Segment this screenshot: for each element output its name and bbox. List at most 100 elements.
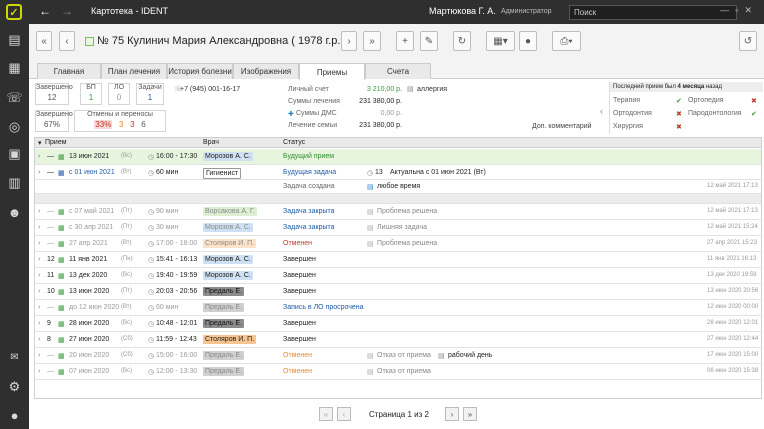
table-row[interactable]: › — ▦ 20 июн 2020 (Сб) ◷ 15:00 - 16:00 Предаль …	[35, 348, 761, 364]
expand-chevron-icon[interactable]: ›	[38, 336, 40, 343]
table-row[interactable]: › 10 ▦ 13 июн 2020 (Пт) ◷ 20:03 - 20:56 Предаль…	[35, 284, 761, 300]
table-row[interactable]: › — ▦ с 30 апр 2021 (Пт) ◷ 30 мин Морозов А. С.…	[35, 220, 761, 236]
table-row[interactable]: › — ▦ 13 июн 2021 (Вс) ◷ 16:00 - 17:30 Морозов …	[35, 149, 761, 165]
add-comment-link[interactable]: Доп. комментарий	[532, 123, 592, 130]
header-doctor[interactable]: Врач	[203, 139, 219, 146]
visit-date: с 01 июн 2021	[69, 169, 115, 176]
bp-box[interactable]: БП 1	[80, 83, 102, 105]
table-row[interactable]: › 8 ▦ 27 июн 2020 (Сб) ◷ 11:59 - 12:43 Столяров…	[35, 332, 761, 348]
mail-icon[interactable]: ✉	[5, 348, 24, 366]
expand-chevron-icon[interactable]: ›	[38, 304, 40, 311]
header-visit[interactable]: Прием	[45, 139, 67, 146]
last-patient-button[interactable]: »	[363, 31, 381, 51]
app-logo-icon[interactable]: ✓	[6, 4, 22, 20]
expand-chevron-icon[interactable]: ›	[38, 272, 40, 279]
expand-chevron-icon[interactable]: ›	[38, 256, 40, 263]
tab-bills[interactable]: Счета	[365, 63, 431, 79]
table-row[interactable]: › — ▦ 27 апр 2021 (Вт) ◷ 17:00 - 18:00 Столяров…	[35, 236, 761, 252]
print-dropdown-button[interactable]: ⎙▾	[552, 31, 581, 51]
personal-account-value: 3 210,00 р.	[366, 86, 402, 93]
first-patient-button[interactable]: «	[36, 31, 52, 51]
pager-next-button[interactable]: ›	[445, 407, 459, 421]
expand-chevron-icon[interactable]: ›	[38, 240, 40, 247]
user-name[interactable]: Мартюкова Г. А.	[429, 6, 496, 16]
visit-date: с 30 апр 2021	[69, 224, 114, 231]
expand-chevron-icon[interactable]: ›	[38, 320, 40, 327]
doctor-badge[interactable]: Ворсакова А. Г.	[203, 207, 257, 216]
tasks-box[interactable]: Задачи 1	[136, 83, 164, 105]
collapse-arrow-icon[interactable]: ‹	[600, 106, 603, 116]
note-icon: ▤	[367, 241, 374, 248]
patient-phone[interactable]: +7 (945) 001-16-17	[180, 86, 240, 93]
doctor-badge[interactable]: Морозов А. С.	[203, 271, 253, 280]
reports-icon[interactable]: ▥	[5, 174, 24, 192]
expand-chevron-icon[interactable]: ›	[38, 224, 40, 231]
pager-last-button[interactable]: »	[463, 407, 477, 421]
edit-pencil-icon[interactable]: ✎	[420, 31, 438, 51]
completed-pct-box[interactable]: Завершено 67%	[35, 110, 73, 132]
table-row[interactable]: › — ▦ с 07 май 2021 (Пт) ◷ 90 мин Ворсакова А. …	[35, 204, 761, 220]
cash-register-icon[interactable]: ▣	[5, 145, 24, 163]
window-controls[interactable]: —▫✕	[720, 5, 758, 16]
doctor-badge[interactable]: Морозов А. С.	[203, 223, 253, 232]
doctor-badge[interactable]: Столяров И. П.	[203, 335, 257, 344]
expand-chevron-icon[interactable]: ›	[38, 352, 40, 359]
doctor-badge[interactable]: Предаль Е.	[203, 319, 244, 328]
back-arrow-icon[interactable]: ←	[39, 4, 51, 18]
search-input[interactable]: Поиск	[569, 5, 737, 20]
table-row[interactable]: › — ▦ с 01 июн 2021 (Вт) ◷ 60 мин Гигиенист Буду…	[35, 165, 761, 180]
table-row[interactable]: Задача создана ▤ любое время 12 май 2021 17…	[35, 180, 761, 194]
expand-chevron-icon[interactable]: ›	[38, 208, 40, 215]
doctor-badge[interactable]: Гигиенист	[203, 168, 242, 179]
lo-box[interactable]: ЛО 0	[108, 83, 130, 105]
header-status[interactable]: Статус	[283, 139, 305, 146]
doctor-badge[interactable]: Морозов А. С.	[203, 255, 253, 264]
tab-visits[interactable]: Приемы	[299, 63, 365, 80]
table-row[interactable]: › — ▦ 07 июн 2020 (Вс) ◷ 12:00 - 13:30 Предаль …	[35, 364, 761, 380]
calendar-icon[interactable]: ▦	[5, 59, 24, 77]
tab-images[interactable]: Изображения	[233, 63, 299, 79]
table-row[interactable]: › 11 ▦ 13 дек 2020 (Вс) ◷ 19:40 - 19:59 Морозов…	[35, 268, 761, 284]
forward-arrow-icon[interactable]: →	[61, 4, 73, 18]
cancellations-box[interactable]: Отмены и переносы 33% 3 3 6	[74, 110, 166, 132]
visit-weekday: (Вс)	[121, 368, 132, 374]
prev-patient-button[interactable]: ‹	[59, 31, 75, 51]
spec-orthodontics-cross-icon: ✖	[676, 111, 682, 118]
doctor-badge[interactable]: Столяров И. П.	[203, 239, 257, 248]
pager-text: Страница 1 из 2	[369, 410, 429, 419]
coins-icon[interactable]: ◎	[5, 118, 24, 136]
doctor-badge[interactable]: Предаль Е.	[203, 303, 244, 312]
chat-icon[interactable]: ●	[519, 31, 537, 51]
expand-chevron-icon[interactable]: ›	[38, 169, 40, 176]
refresh-icon[interactable]: ↻	[453, 31, 471, 51]
pager-prev-button[interactable]: ‹	[337, 407, 351, 421]
completed-box[interactable]: Завершено 12	[35, 83, 73, 105]
calendar-dropdown-button[interactable]: ▦▾	[486, 31, 515, 51]
table-row[interactable]: › 9 ▦ 28 июн 2020 (Вс) ◷ 10:48 - 12:01 Предаль …	[35, 316, 761, 332]
expand-chevron-icon[interactable]: ›	[38, 368, 40, 375]
tab-treatment-plan[interactable]: План лечения	[101, 63, 167, 79]
add-button[interactable]: +	[396, 31, 414, 51]
tab-main[interactable]: Главная	[37, 63, 101, 79]
doctor-badge[interactable]: Предаль Е.	[203, 351, 244, 360]
doctor-badge[interactable]: Морозов А. С.	[203, 152, 253, 161]
table-row[interactable]: › 12 ▦ 11 янв 2021 (Пн) ◷ 15:41 - 16:13 Морозов…	[35, 252, 761, 268]
expand-chevron-icon[interactable]: ›	[38, 288, 40, 295]
doctor-badge[interactable]: Предаль Е.	[203, 367, 244, 376]
sort-icon[interactable]: ▾	[38, 139, 42, 147]
tab-history[interactable]: История болезни	[167, 63, 233, 79]
pager-first-button[interactable]: «	[319, 407, 333, 421]
next-patient-button[interactable]: ›	[341, 31, 357, 51]
dms-sum-label: Суммы ДМС	[296, 110, 337, 117]
spec-therapy: Терапия	[613, 97, 641, 104]
gear-icon[interactable]: ⚙	[5, 378, 24, 396]
doctor-badge[interactable]: Предаль Е.	[203, 287, 244, 296]
table-row[interactable]: › — ▦ до 12 июн 2020 (Вт) ◷ 60 мин Предаль Е. За…	[35, 300, 761, 316]
profile-icon[interactable]: ●	[5, 406, 24, 424]
phone-icon[interactable]: ☏	[5, 89, 24, 107]
cards-icon[interactable]: ▤	[5, 31, 24, 49]
visit-time: 19:40 - 19:59	[156, 272, 198, 279]
history-icon[interactable]: ↺	[739, 31, 757, 51]
expand-chevron-icon[interactable]: ›	[38, 153, 40, 160]
users-icon[interactable]: ☻	[5, 203, 24, 221]
